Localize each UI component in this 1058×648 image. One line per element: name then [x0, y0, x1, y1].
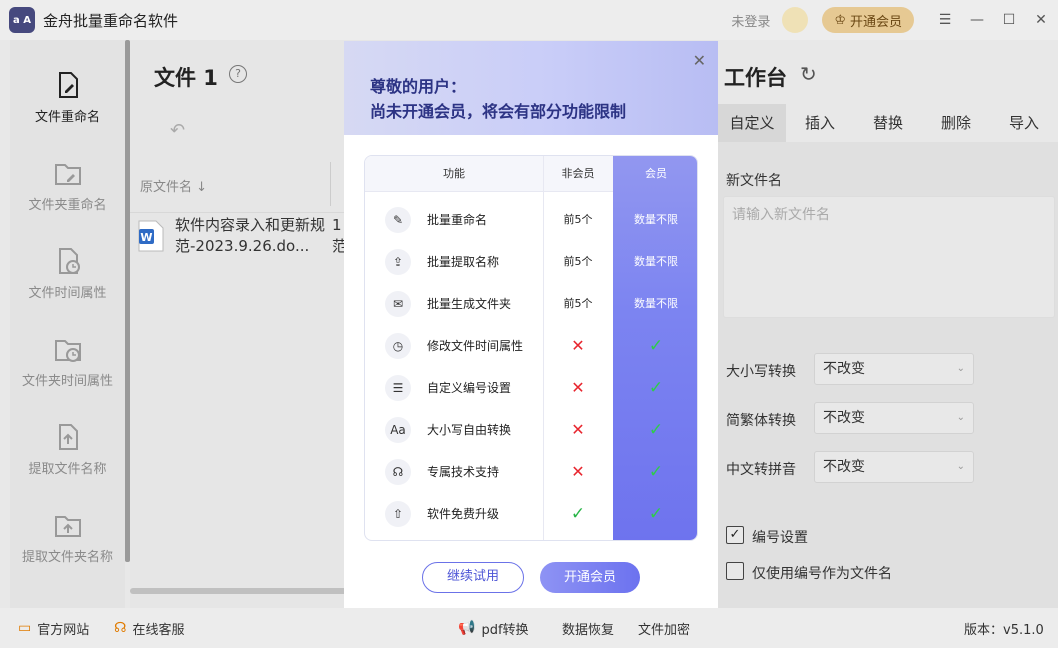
allow-icon: ✓ [570, 504, 586, 524]
table-row: ◷ 修改文件时间属性 ✕ ✓ [365, 325, 697, 367]
close-icon[interactable]: ✕ [693, 51, 706, 70]
deny-icon: ✕ [571, 336, 585, 355]
table-row: Aa 大小写自由转换 ✕ ✓ [365, 409, 697, 451]
deny-icon: ✕ [571, 378, 585, 397]
rocket-icon: ⇧ [385, 501, 411, 527]
allow-icon: ✓ [648, 504, 664, 524]
allow-icon: ✓ [648, 336, 664, 356]
column-header-feature: 功能 [443, 167, 465, 180]
inbox-icon: ✉ [385, 291, 411, 317]
pencil-icon: ✎ [385, 207, 411, 233]
dialog-message: 尚未开通会员，将会有部分功能限制 [370, 102, 627, 121]
continue-trial-button[interactable]: 继续试用 [422, 562, 524, 593]
feature-comparison-table: 功能 非会员 会员 ✎ 批量重命名 前5个 数量不限 ⇪ 批量提取名称 前5个 … [364, 155, 698, 541]
allow-icon: ✓ [648, 378, 664, 398]
column-header-vip: 会员 [645, 167, 667, 180]
table-row: ☰ 自定义编号设置 ✕ ✓ [365, 367, 697, 409]
deny-icon: ✕ [571, 462, 585, 481]
open-vip-dialog-button[interactable]: 开通会员 [540, 562, 640, 593]
headset-icon: ☊ [385, 459, 411, 485]
table-row: ⇧ 软件免费升级 ✓ ✓ [365, 493, 697, 535]
dialog-greeting: 尊敬的用户： [370, 77, 467, 96]
dialog-header: 尊敬的用户： 尚未开通会员，将会有部分功能限制 ✕ [344, 41, 718, 135]
table-row: ✎ 批量重命名 前5个 数量不限 [365, 199, 697, 241]
column-header-free: 非会员 [561, 167, 595, 180]
table-row: ⇪ 批量提取名称 前5个 数量不限 [365, 241, 697, 283]
table-row: ☊ 专属技术支持 ✕ ✓ [365, 451, 697, 493]
case-convert-icon: Aa [385, 417, 411, 443]
list-icon: ☰ [385, 375, 411, 401]
clock-icon: ◷ [385, 333, 411, 359]
membership-dialog: 尊敬的用户： 尚未开通会员，将会有部分功能限制 ✕ 功能 非会员 会员 ✎ 批量… [344, 41, 718, 608]
allow-icon: ✓ [648, 420, 664, 440]
deny-icon: ✕ [571, 420, 585, 439]
allow-icon: ✓ [648, 462, 664, 482]
table-row: ✉ 批量生成文件夹 前5个 数量不限 [365, 283, 697, 325]
upload-icon: ⇪ [385, 249, 411, 275]
